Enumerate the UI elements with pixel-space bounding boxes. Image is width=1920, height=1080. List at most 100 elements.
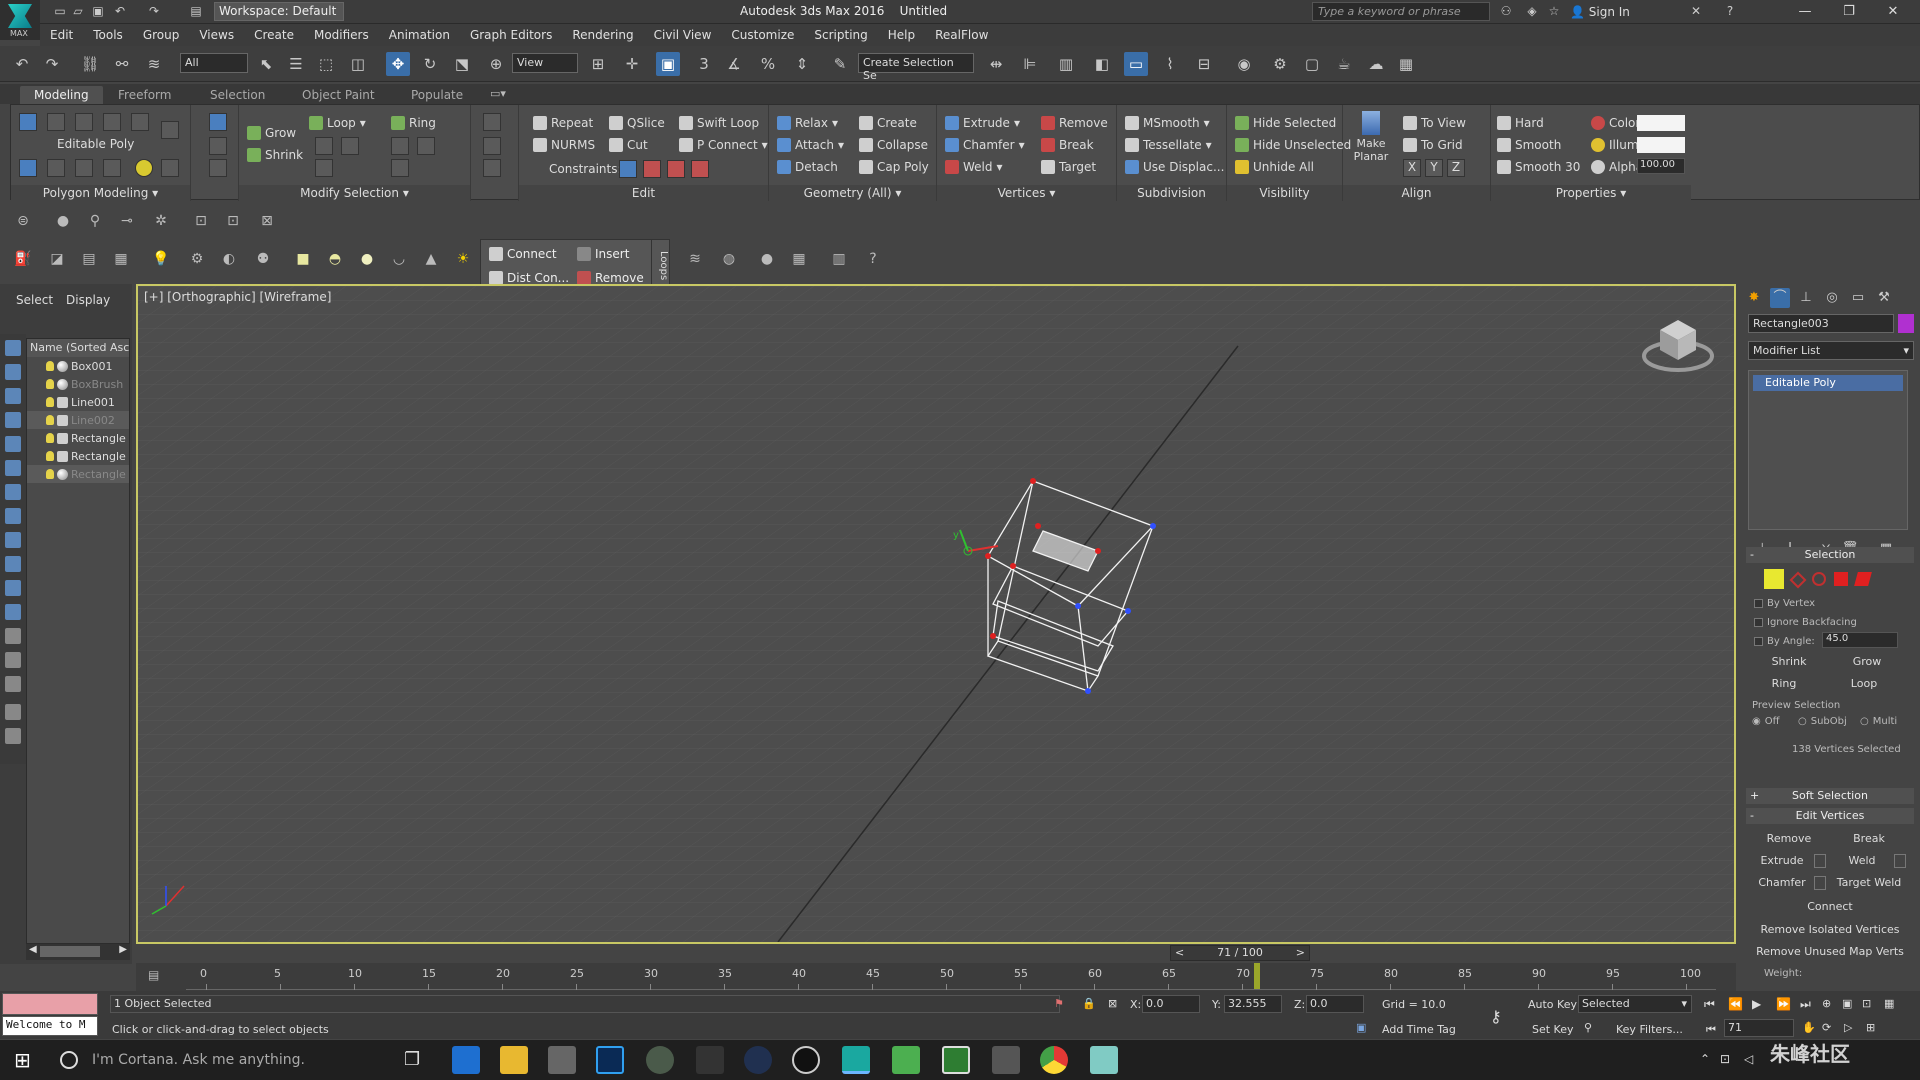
menu-help[interactable]: Help	[878, 28, 925, 42]
remove-unused-map-button[interactable]: Remove Unused Map Verts	[1748, 943, 1912, 961]
collapse-button[interactable]: Collapse	[859, 135, 928, 155]
key-filters-button[interactable]: Key Filters...	[1616, 1023, 1683, 1036]
section-footer[interactable]: Properties ▾	[1491, 185, 1691, 201]
unhide-all-button[interactable]: Unhide All	[1235, 157, 1314, 177]
visibility-bulb-icon[interactable]	[46, 469, 54, 479]
menu-civil-view[interactable]: Civil View	[644, 28, 722, 42]
list-item[interactable]: Line001	[27, 393, 129, 411]
ring-button[interactable]: Ring	[391, 113, 436, 133]
constraint-face-icon[interactable]	[667, 160, 685, 178]
x-coord-field[interactable]: 0.0	[1142, 995, 1200, 1013]
weld-settings-icon[interactable]	[1894, 854, 1906, 868]
auto-key-button[interactable]: Auto Key	[1528, 998, 1577, 1011]
quad-connect[interactable]: Connect	[489, 247, 557, 261]
p-connect-button[interactable]: P Connect ▾	[679, 135, 768, 155]
select-by-name-icon[interactable]: ☰	[284, 52, 308, 76]
geometry-filter-icon[interactable]: ●	[52, 213, 74, 233]
cameras-filter-icon[interactable]: ⊸	[116, 213, 138, 233]
hierarchy-icon[interactable]: ⚙	[186, 251, 208, 271]
ring-button[interactable]: Ring	[1752, 675, 1816, 693]
track-bar[interactable]: 0 5 10 15 20 25 30 35 40 45 50 55 60 65 70 75 80 85 90 95 10…	[186, 966, 1716, 990]
ring-grow-icon[interactable]	[391, 137, 409, 155]
schematic-view-icon[interactable]: ⊟	[1192, 52, 1216, 76]
align-icon[interactable]: ⊫	[1018, 52, 1042, 76]
tab-display[interactable]: Display	[66, 293, 110, 307]
section-footer[interactable]: Modify Selection ▾	[239, 185, 470, 201]
to-view-button[interactable]: To View	[1403, 113, 1466, 133]
constraint-none-icon[interactable]	[619, 160, 637, 178]
loop-shrink-icon[interactable]	[341, 137, 359, 155]
display-all-icon[interactable]	[5, 364, 21, 380]
select-object-icon[interactable]: ⬉	[254, 52, 278, 76]
viewport-label[interactable]: [+] [Orthographic] [Wireframe]	[144, 290, 331, 304]
z-coord-field[interactable]: 0.0	[1306, 995, 1364, 1013]
display-shapes-icon[interactable]	[5, 412, 21, 428]
minimize-button[interactable]: —	[1790, 2, 1820, 22]
menu-edit[interactable]: Edit	[40, 28, 83, 42]
edge-subobject-icon[interactable]	[1789, 571, 1807, 589]
vertex-subobject-icon[interactable]	[1764, 569, 1784, 589]
prev-frame-icon[interactable]: <	[1175, 946, 1184, 960]
detach-button[interactable]: Detach	[777, 157, 838, 177]
polygon-mode-icon[interactable]	[103, 113, 121, 131]
tessellate-button[interactable]: Tessellate ▾	[1125, 135, 1212, 155]
workspace-dropdown[interactable]: Workspace: Default	[214, 2, 344, 21]
weld-vertex-button[interactable]: Weld	[1832, 852, 1892, 870]
column-header-name[interactable]: Name (Sorted Ascen	[27, 339, 129, 357]
ring-mode-icon[interactable]	[391, 159, 409, 177]
bones-filter-icon[interactable]: ⊡	[190, 213, 212, 233]
selection-lock-icon[interactable]: 🔒	[1082, 997, 1096, 1010]
chrome-icon[interactable]	[1040, 1046, 1068, 1074]
display-frozen-icon[interactable]	[5, 628, 21, 644]
grow-button[interactable]: Grow	[1830, 653, 1904, 671]
isolate-icon[interactable]: ⚑	[1054, 997, 1064, 1010]
border-mode-icon[interactable]	[75, 113, 93, 131]
current-frame-marker[interactable]	[1253, 963, 1260, 989]
bowl-icon[interactable]: ◡	[388, 251, 410, 271]
list-item[interactable]: BoxBrush	[27, 375, 129, 393]
angle-snap-icon[interactable]: ∡	[722, 52, 746, 76]
remove-vertex-button[interactable]: Remove	[1752, 830, 1826, 848]
layer-manager-icon[interactable]: ◧	[1090, 52, 1114, 76]
edit-named-selection-icon[interactable]: ✎	[828, 52, 852, 76]
steam-icon[interactable]	[744, 1046, 772, 1074]
keyboard-shortcut-override-icon[interactable]: ▣	[656, 52, 680, 76]
cut-button[interactable]: Cut	[609, 135, 648, 155]
percent-snap-icon[interactable]: %	[756, 52, 780, 76]
white-sphere-icon[interactable]: ●	[756, 251, 778, 271]
display-hidden-icon[interactable]	[5, 652, 21, 668]
tab-freeform[interactable]: Freeform	[104, 86, 185, 104]
redo-icon[interactable]: ↷	[40, 52, 64, 76]
layer-icon[interactable]	[5, 728, 21, 744]
by-vertex-checkbox[interactable]: By Vertex	[1754, 598, 1815, 609]
teapot-icon[interactable]: ⛽	[12, 251, 34, 271]
swift-loop-button[interactable]: Swift Loop	[679, 113, 759, 133]
polygon-subobject-icon[interactable]	[1834, 572, 1848, 586]
menu-modifiers[interactable]: Modifiers	[304, 28, 379, 42]
display-none-icon[interactable]	[5, 340, 21, 356]
constraint-edge-icon[interactable]	[643, 160, 661, 178]
checker-icon[interactable]: ▦	[788, 251, 810, 271]
table-icon[interactable]: ▤	[78, 251, 100, 271]
constraint-normal-icon[interactable]	[691, 160, 709, 178]
material-editor-icon[interactable]: ◉	[1232, 52, 1256, 76]
preview-multi-radio[interactable]: ○ Multi	[1860, 716, 1897, 727]
chamfer-vertex-button[interactable]: Chamfer	[1752, 874, 1812, 892]
stack-item-editable-poly[interactable]: Editable Poly	[1753, 375, 1903, 391]
rendered-frame-window-icon[interactable]: ▢	[1300, 52, 1324, 76]
cap-poly-button[interactable]: Cap Poly	[859, 157, 929, 177]
section-footer[interactable]: Vertices ▾	[937, 185, 1116, 201]
current-frame-field[interactable]: 71	[1724, 1019, 1794, 1037]
window-crossing-icon[interactable]: ◫	[346, 52, 370, 76]
visibility-bulb-icon[interactable]	[46, 415, 54, 425]
display-helpers-icon[interactable]	[5, 484, 21, 500]
pen-app-icon[interactable]	[1090, 1046, 1118, 1074]
display-bones-icon[interactable]	[5, 580, 21, 596]
cone-icon[interactable]: ▲	[420, 251, 442, 271]
tab-populate[interactable]: Populate	[397, 86, 477, 104]
list-item[interactable]: Line002	[27, 411, 129, 429]
add-time-tag[interactable]: Add Time Tag	[1382, 1023, 1456, 1036]
make-planar-button[interactable]: Make Planar	[1351, 111, 1391, 163]
modifier-list-dropdown[interactable]: Modifier List ▾	[1748, 341, 1914, 360]
maxscript-listener-pink[interactable]	[2, 993, 98, 1015]
